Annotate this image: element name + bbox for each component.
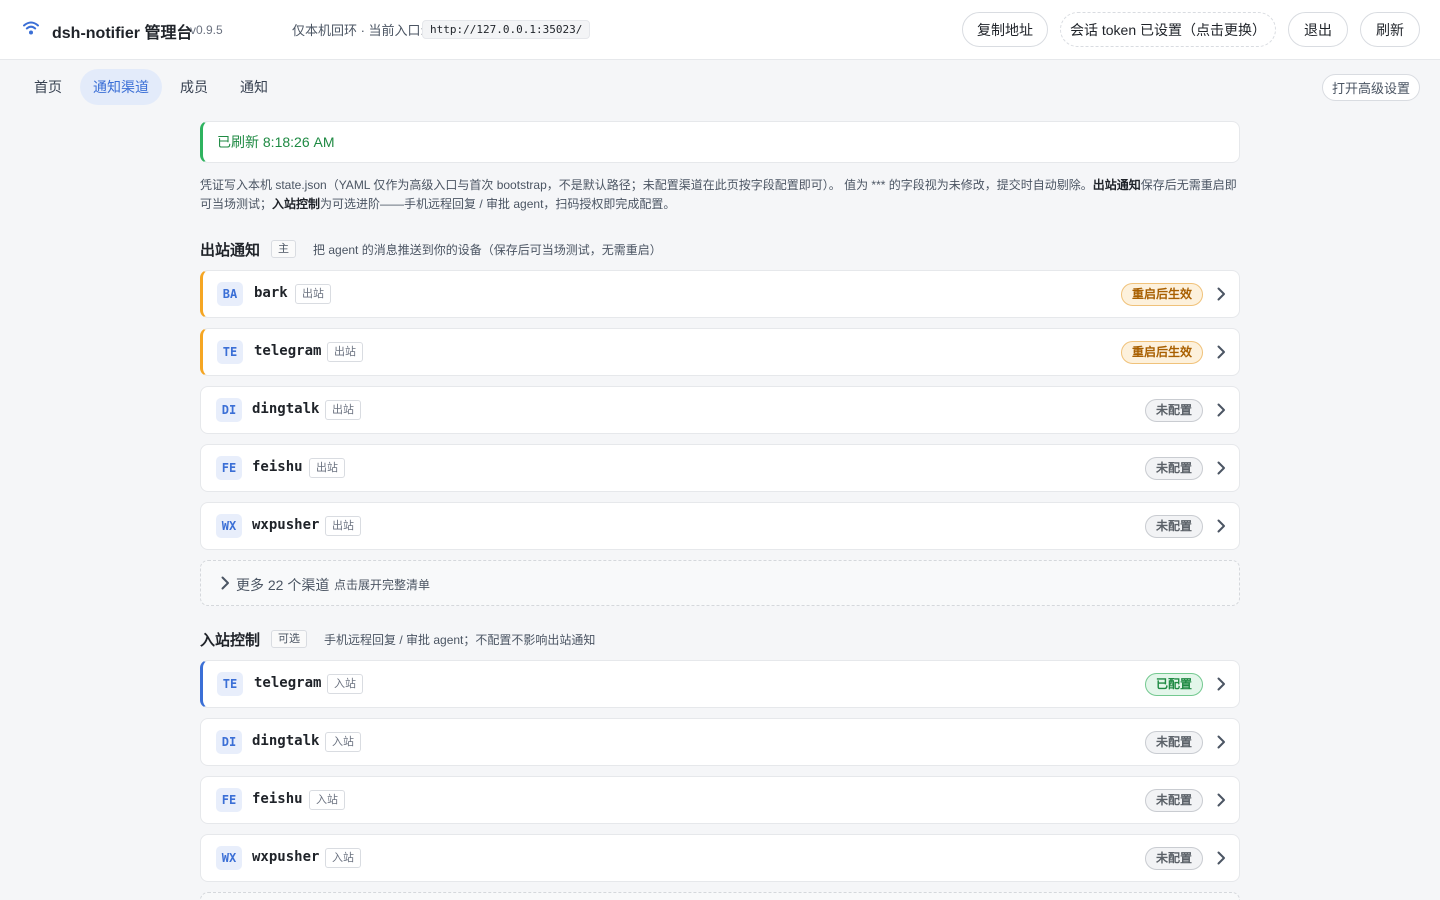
chevron-right-icon xyxy=(1217,403,1225,417)
section-note: 把 agent 的消息推送到你的设备（保存后可当场测试，无需重启） xyxy=(313,242,662,257)
section-title: 出站通知 xyxy=(200,241,261,259)
status-badge: 未配置 xyxy=(1144,515,1203,538)
channel-name: feishu xyxy=(252,791,303,807)
description-part: 凭证写入本机 state.json（YAML 仅作为高级入口与首次 bootst… xyxy=(200,178,1093,192)
description-text: 凭证写入本机 state.json（YAML 仅作为高级入口与首次 bootst… xyxy=(200,176,1240,214)
chevron-right-icon xyxy=(1217,461,1225,475)
section-badge: 主 xyxy=(271,240,297,258)
tab-home[interactable]: 首页 xyxy=(20,69,76,105)
app-title: dsh-notifier 管理台 xyxy=(52,25,193,42)
section-title: 入站控制 xyxy=(200,631,261,649)
status-badge: 未配置 xyxy=(1144,731,1203,754)
channel-name: telegram xyxy=(254,675,322,691)
token-status-button[interactable]: 会话 token 已设置（点击更换） xyxy=(1060,12,1276,47)
chevron-right-icon xyxy=(1217,345,1225,359)
channel-abbr: FE xyxy=(216,456,242,480)
chevron-right-icon xyxy=(1217,793,1225,807)
inbound-card-feishu[interactable]: FE feishu 入站 未配置 xyxy=(200,776,1240,824)
channel-card-wxpusher[interactable]: WX wxpusher 出站 未配置 xyxy=(200,502,1240,550)
wifi-icon xyxy=(23,21,39,35)
channel-card-dingtalk[interactable]: DI dingtalk 出站 未配置 xyxy=(200,386,1240,434)
chevron-right-icon xyxy=(1217,735,1225,749)
channel-abbr: WX xyxy=(216,846,242,870)
section-badge: 可选 xyxy=(271,630,308,648)
channel-name: feishu xyxy=(252,459,303,475)
channel-abbr: DI xyxy=(216,730,242,754)
direction-tag: 出站 xyxy=(325,516,361,536)
chevron-right-icon xyxy=(221,576,229,590)
tab-channels[interactable]: 通知渠道 xyxy=(80,69,162,105)
more-channels-hint: 点击展开完整清单 xyxy=(334,578,431,592)
more-channels-label: 更多 22 个渠道 xyxy=(236,577,330,593)
outbound-section-header: 出站通知 主 把 agent 的消息推送到你的设备（保存后可当场测试，无需重启） xyxy=(200,239,662,259)
status-badge: 未配置 xyxy=(1144,789,1203,812)
chevron-right-icon xyxy=(1217,519,1225,533)
description-bold: 入站控制 xyxy=(272,197,321,211)
channel-abbr: DI xyxy=(216,398,242,422)
direction-tag: 入站 xyxy=(325,848,361,868)
direction-tag: 入站 xyxy=(325,732,361,752)
description-part: 为可选进阶——手机远程回复 / 审批 agent，扫码授权即完成配置。 xyxy=(320,197,676,211)
status-badge: 未配置 xyxy=(1144,847,1203,870)
inbound-section-header: 入站控制 可选 手机远程回复 / 审批 agent；不配置不影响出站通知 xyxy=(200,629,595,649)
channel-abbr: FE xyxy=(216,788,242,812)
description-bold: 出站通知 xyxy=(1092,178,1141,192)
entry-url: http://127.0.0.1:35023/ xyxy=(422,20,591,39)
channel-name: telegram xyxy=(254,343,322,359)
channel-name: dingtalk xyxy=(252,733,320,749)
status-badge: 重启后生效 xyxy=(1120,341,1203,364)
tab-notifications[interactable]: 通知 xyxy=(226,69,282,105)
section-note: 手机远程回复 / 审批 agent；不配置不影响出站通知 xyxy=(324,632,596,647)
chevron-right-icon xyxy=(1217,677,1225,691)
entry-label: 仅本机回环 · 当前入口: xyxy=(292,23,425,38)
refresh-button[interactable]: 刷新 xyxy=(1360,12,1420,47)
more-channels-toggle[interactable]: 更多 22 个渠道 点击展开完整清单 xyxy=(200,560,1240,606)
status-badge: 未配置 xyxy=(1144,457,1203,480)
direction-tag: 入站 xyxy=(327,674,363,694)
inbound-card-wxpusher[interactable]: WX wxpusher 入站 未配置 xyxy=(200,834,1240,882)
channel-card-telegram[interactable]: TE telegram 出站 重启后生效 xyxy=(200,328,1240,376)
direction-tag: 出站 xyxy=(325,400,361,420)
channel-abbr: TE xyxy=(217,672,243,696)
top-bar: dsh-notifier 管理台 v0.9.5 仅本机回环 · 当前入口: ht… xyxy=(0,0,1440,60)
channel-abbr: BA xyxy=(217,282,243,306)
status-badge: 已配置 xyxy=(1144,673,1203,696)
status-badge: 重启后生效 xyxy=(1120,283,1203,306)
tab-members[interactable]: 成员 xyxy=(166,69,222,105)
inbound-card-telegram[interactable]: TE telegram 入站 已配置 xyxy=(200,660,1240,708)
copy-address-button[interactable]: 复制地址 xyxy=(962,12,1048,47)
direction-tag: 出站 xyxy=(327,342,363,362)
refresh-notice: 已刷新 8:18:26 AM xyxy=(200,121,1240,163)
inbound-more-toggle[interactable] xyxy=(200,892,1240,900)
inbound-card-dingtalk[interactable]: DI dingtalk 入站 未配置 xyxy=(200,718,1240,766)
chevron-right-icon xyxy=(1217,287,1225,301)
channel-card-bark[interactable]: BA bark 出站 重启后生效 xyxy=(200,270,1240,318)
channel-abbr: WX xyxy=(216,514,242,538)
direction-tag: 出站 xyxy=(295,284,331,304)
logout-button[interactable]: 退出 xyxy=(1288,12,1348,47)
channel-name: wxpusher xyxy=(252,849,320,865)
channel-name: bark xyxy=(254,285,288,301)
channel-abbr: TE xyxy=(217,340,243,364)
status-badge: 未配置 xyxy=(1144,399,1203,422)
direction-tag: 入站 xyxy=(309,790,345,810)
channel-name: dingtalk xyxy=(252,401,320,417)
app-version: v0.9.5 xyxy=(190,23,223,37)
channel-card-feishu[interactable]: FE feishu 出站 未配置 xyxy=(200,444,1240,492)
advanced-settings-button[interactable]: 打开高级设置 xyxy=(1322,74,1420,101)
direction-tag: 出站 xyxy=(309,458,345,478)
channel-name: wxpusher xyxy=(252,517,320,533)
chevron-right-icon xyxy=(1217,851,1225,865)
